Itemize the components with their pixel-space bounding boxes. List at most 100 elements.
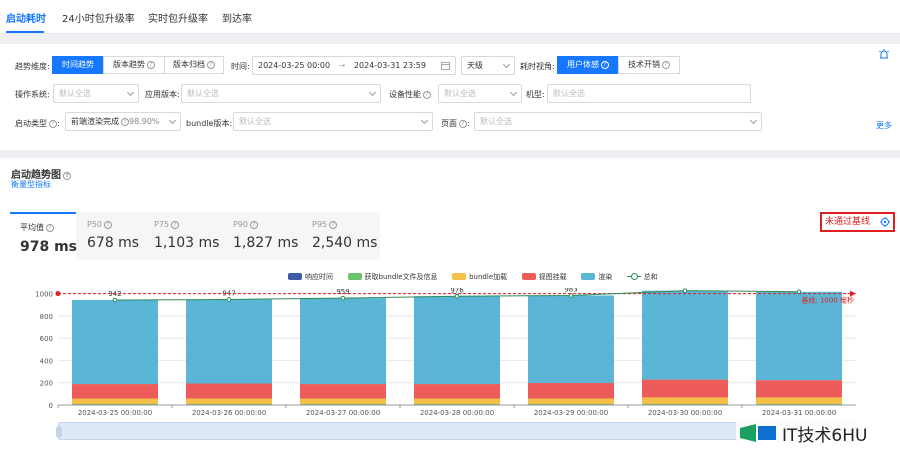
bar-segment bbox=[186, 299, 272, 384]
startup-trend-chart: 020040060080010002024-03-25 00:00:009422… bbox=[35, 288, 856, 417]
metric-label-text: P95 bbox=[312, 220, 328, 229]
tab-24h-upgrade-rate[interactable]: 24小时包升级率 bbox=[62, 10, 135, 25]
help-icon: ? bbox=[147, 61, 155, 69]
date-range-picker[interactable]: 2024-03-25 00:00 → 2024-03-31 23:59 bbox=[252, 56, 456, 75]
metric-label-text: P50 bbox=[87, 220, 103, 229]
page-placeholder: 默认全选 bbox=[480, 117, 512, 126]
metric-tab-p75[interactable]: P75? 1,103 ms bbox=[144, 212, 222, 260]
legend-label: 总和 bbox=[643, 273, 658, 281]
help-icon: ? bbox=[329, 221, 338, 229]
bar-segment bbox=[300, 404, 386, 405]
slider-handle-left[interactable] bbox=[56, 426, 62, 438]
model-input[interactable]: 默认全选 bbox=[547, 84, 751, 103]
legend-item[interactable]: 总和 bbox=[626, 272, 658, 282]
metric-tab-avg[interactable]: 平均值? 978 ms bbox=[10, 212, 77, 260]
total-point bbox=[112, 297, 118, 303]
calendar-icon bbox=[441, 62, 450, 70]
bar-segment bbox=[414, 404, 500, 405]
bar-segment bbox=[72, 300, 158, 385]
bar-segment bbox=[642, 290, 728, 380]
legend-label: 获取bundle文件及信息 bbox=[364, 273, 438, 281]
seg-tech-overhead[interactable]: 技术开销? bbox=[618, 56, 680, 74]
legend-swatch bbox=[452, 273, 467, 280]
bar-segment bbox=[414, 384, 500, 399]
startup-type-select[interactable]: 前端渲染完成? 98.90% bbox=[65, 112, 181, 131]
data-label: 976 bbox=[450, 288, 464, 294]
chevron-down-icon bbox=[509, 88, 518, 97]
bar-segment bbox=[528, 295, 614, 383]
seg-user-perception[interactable]: 用户体感? bbox=[557, 56, 619, 74]
seg-version-archive[interactable]: 版本归档? bbox=[164, 56, 224, 74]
chevron-down-icon bbox=[126, 88, 135, 97]
bundle-version-select[interactable]: 默认全选 bbox=[233, 112, 433, 131]
total-point bbox=[568, 293, 574, 298]
metric-tabs: 平均值? 978 ms P50? 678 ms P75? 1,103 ms P9… bbox=[10, 212, 380, 260]
device-perf-label: 设备性能? bbox=[389, 89, 431, 100]
help-icon: ? bbox=[459, 120, 467, 128]
startup-type-label-text: 启动类型 bbox=[15, 119, 47, 128]
baseline-fail-badge[interactable]: 未通过基线 bbox=[820, 212, 895, 232]
trend-dimension-label: 趋势维度: bbox=[15, 62, 50, 71]
help-icon: ? bbox=[121, 118, 129, 126]
legend-label: 渲染 bbox=[598, 273, 613, 281]
y-tick-label: 800 bbox=[40, 313, 53, 321]
metric-value: 1,103 ms bbox=[154, 235, 220, 251]
legend-item[interactable]: 渲染 bbox=[581, 272, 612, 282]
help-icon: ? bbox=[423, 91, 431, 99]
device-perf-select[interactable]: 默认全选 bbox=[438, 84, 522, 103]
bar-segment bbox=[300, 298, 386, 385]
metric-label-text: P90 bbox=[233, 220, 249, 229]
startup-trend-card: 启动趋势图? 衡量型指标 平均值? 978 ms P50? 678 ms P75… bbox=[0, 158, 900, 450]
bar-segment bbox=[414, 296, 500, 385]
metric-value: 678 ms bbox=[87, 235, 140, 251]
time-label: 时间: bbox=[231, 62, 250, 71]
help-icon: ? bbox=[49, 120, 57, 128]
metric-label: P95? bbox=[312, 220, 380, 229]
chevron-down-icon bbox=[749, 116, 758, 125]
bar-segment bbox=[72, 384, 158, 399]
bar-segment bbox=[414, 398, 500, 405]
seg-time-trend[interactable]: 时间趋势 bbox=[52, 56, 104, 74]
bar-segment bbox=[528, 404, 614, 405]
metric-tab-p95[interactable]: P95? 2,540 ms bbox=[302, 212, 380, 260]
tab-startup-time[interactable]: 启动耗时 bbox=[6, 10, 46, 25]
page-label-text: 页面 bbox=[441, 119, 457, 128]
metric-label-text: P75 bbox=[154, 220, 170, 229]
alarm-icon[interactable] bbox=[878, 48, 890, 60]
legend-swatch bbox=[347, 273, 362, 280]
os-select[interactable]: 默认全选 bbox=[53, 84, 139, 103]
seg-version-trend[interactable]: 版本趋势? bbox=[103, 56, 165, 74]
metric-tab-p90[interactable]: P90? 1,827 ms bbox=[223, 212, 301, 260]
legend-item[interactable]: 响应时间 bbox=[288, 272, 333, 282]
y-tick-label: 0 bbox=[49, 402, 53, 410]
bar-segment bbox=[642, 397, 728, 405]
metric-tab-p50[interactable]: P50? 678 ms bbox=[77, 212, 143, 260]
tab-arrival-rate[interactable]: 到达率 bbox=[222, 10, 252, 25]
legend-label: bundle加载 bbox=[469, 273, 508, 281]
legend-swatch bbox=[288, 273, 302, 280]
bar-segment bbox=[300, 398, 386, 405]
more-filters-link[interactable]: 更多 bbox=[876, 120, 892, 131]
data-label: 959 bbox=[336, 288, 349, 296]
legend-item[interactable]: 获取bundle文件及信息 bbox=[347, 272, 438, 282]
startup-type-label: 启动类型?: bbox=[15, 119, 60, 128]
bar-segment bbox=[186, 398, 272, 405]
seg-version-trend-label: 版本趋势 bbox=[113, 60, 145, 69]
baseline-label: 基线: 1000 毫秒 bbox=[801, 296, 854, 305]
granularity-select[interactable]: 天级 bbox=[461, 56, 515, 75]
bar-segment bbox=[186, 404, 272, 405]
legend-item[interactable]: 视图挂载 bbox=[521, 272, 567, 282]
startup-type-value: 前端渲染完成 bbox=[71, 117, 119, 126]
page-select[interactable]: 默认全选 bbox=[474, 112, 762, 131]
legend-item[interactable]: bundle加载 bbox=[452, 272, 507, 282]
app-version-select[interactable]: 默认全选 bbox=[181, 84, 381, 103]
tab-realtime-upgrade-rate[interactable]: 实时包升级率 bbox=[148, 10, 208, 25]
metric-type-link[interactable]: 衡量型指标 bbox=[11, 179, 51, 190]
metric-label: 平均值? bbox=[20, 222, 76, 233]
legend-swatch bbox=[581, 273, 596, 280]
total-point bbox=[796, 289, 802, 295]
y-tick-label: 200 bbox=[40, 380, 53, 388]
baseline-fail-text: 未通过基线 bbox=[825, 217, 871, 227]
chart-legend: 响应时间 获取bundle文件及信息 bundle加载 视图挂载 渲染 总和 bbox=[288, 272, 670, 282]
legend-swatch bbox=[521, 273, 536, 280]
